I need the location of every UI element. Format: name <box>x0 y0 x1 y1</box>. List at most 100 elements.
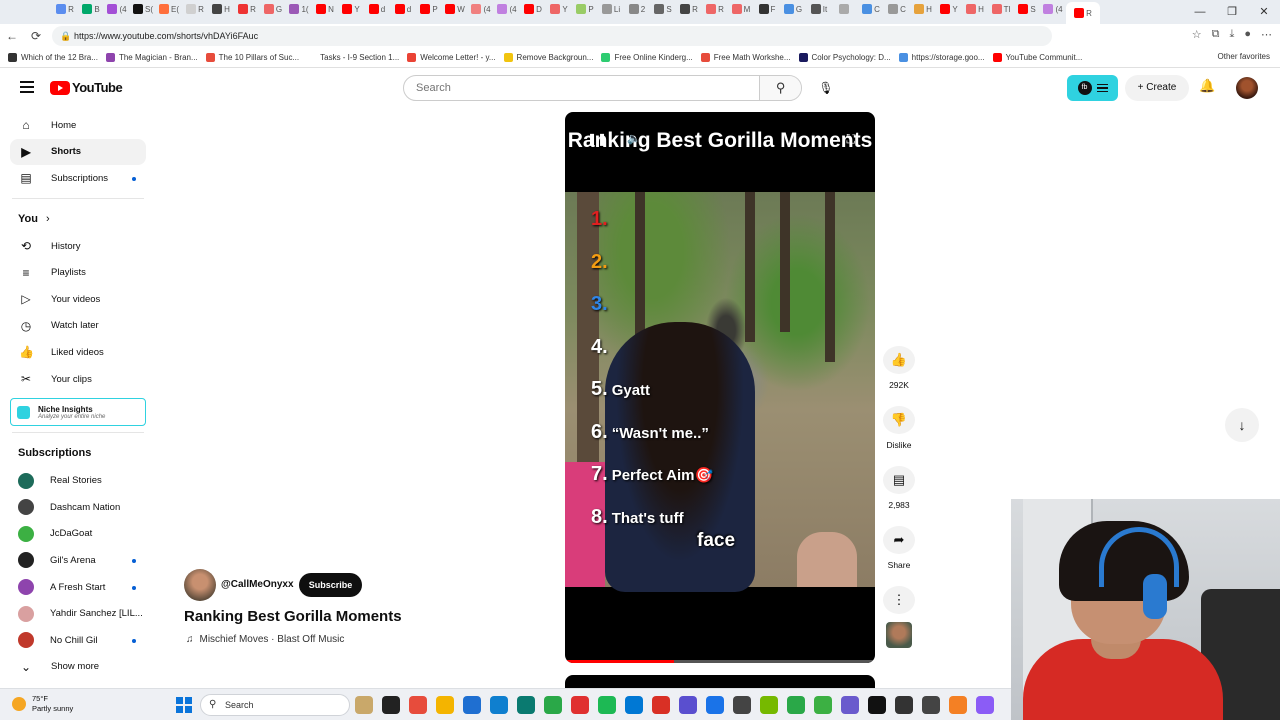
browser-tab[interactable]: H <box>962 0 988 18</box>
niche-insights-card[interactable]: Niche Insights Analyze your entire niche <box>10 398 146 427</box>
bookmark-item[interactable]: The 10 Pillars of Suc... <box>205 53 299 62</box>
account-avatar[interactable] <box>1236 77 1258 99</box>
taskbar-app-icon[interactable] <box>436 696 454 714</box>
taskbar-app-icon[interactable] <box>679 696 697 714</box>
browser-tab[interactable]: (4 <box>468 0 494 18</box>
taskbar-app-icon[interactable] <box>895 696 913 714</box>
back-icon[interactable]: ← <box>0 29 24 43</box>
maximize-icon[interactable]: ❐ <box>1216 0 1248 24</box>
subscription-item[interactable]: Real Stories <box>10 467 146 494</box>
sidebar-item-home[interactable]: ⌂ Home <box>10 112 146 139</box>
browser-tab[interactable]: B <box>78 0 104 18</box>
extensions-icon[interactable]: ⧉ <box>1212 28 1220 41</box>
browser-tab[interactable]: H <box>208 0 234 18</box>
sidebar-item-your-clips[interactable]: ✂ Your clips <box>10 366 146 393</box>
sound-thumbnail[interactable] <box>886 622 912 648</box>
volume-icon[interactable]: 🔈 <box>627 132 641 145</box>
taskbar-app-icon[interactable] <box>760 696 778 714</box>
sidebar-item-your-videos[interactable]: ▷ Your videos <box>10 286 146 313</box>
taskbar-app-icon[interactable] <box>787 696 805 714</box>
url-field[interactable]: 🔒 https://www.youtube.com/shorts/vhDAYi6… <box>52 26 1052 46</box>
minimize-icon[interactable]: — <box>1184 0 1216 24</box>
browser-tab[interactable]: G <box>260 0 286 18</box>
taskbar-app-icon[interactable] <box>490 696 508 714</box>
browser-tab[interactable]: 1( <box>286 0 312 18</box>
browser-tab[interactable]: C <box>858 0 884 18</box>
subscription-item[interactable]: JcDaGoat <box>10 521 146 548</box>
browser-tab[interactable]: Y <box>936 0 962 18</box>
taskbar-app-icon[interactable] <box>382 696 400 714</box>
sidebar-item-playlists[interactable]: ≡ Playlists <box>10 259 146 286</box>
browser-tab[interactable]: C <box>884 0 910 18</box>
browser-tab[interactable]: Y <box>338 0 364 18</box>
browser-tab[interactable]: (4 <box>1040 0 1066 18</box>
taskbar-app-icon[interactable] <box>598 696 616 714</box>
channel-avatar[interactable] <box>184 569 216 601</box>
short-title[interactable]: Ranking Best Gorilla Moments <box>184 608 402 625</box>
browser-tab[interactable]: S( <box>130 0 156 18</box>
subscription-item[interactable]: A Fresh Start <box>10 574 146 601</box>
youtube-logo[interactable]: YouTube <box>50 80 123 95</box>
browser-tab[interactable]: R <box>1066 2 1100 24</box>
more-icon[interactable]: ⋯ <box>1261 28 1272 41</box>
sidebar-item-shorts[interactable]: ▶ Shorts <box>10 138 146 166</box>
browser-tab[interactable]: d <box>364 0 390 18</box>
browser-tab[interactable]: Y <box>546 0 572 18</box>
browser-tab[interactable]: M <box>728 0 754 18</box>
show-more-button[interactable]: ⌄ Show more <box>10 654 146 681</box>
taskbar-search[interactable]: ⚲ Search <box>200 694 350 716</box>
profile-icon[interactable]: ● <box>1244 28 1251 41</box>
taskbar-app-icon[interactable] <box>868 696 886 714</box>
browser-tab[interactable]: F <box>754 0 780 18</box>
browser-tab[interactable]: d <box>390 0 416 18</box>
browser-tab[interactable] <box>832 0 858 18</box>
browser-tab[interactable]: P <box>416 0 442 18</box>
share-icon[interactable]: ➦ <box>883 526 915 554</box>
extension-button[interactable]: fb <box>1067 75 1118 101</box>
bookmark-item[interactable]: Free Math Workshe... <box>700 53 791 62</box>
taskbar-app-icon[interactable] <box>706 696 724 714</box>
browser-tab[interactable]: 2 <box>624 0 650 18</box>
browser-tab[interactable]: It <box>806 0 832 18</box>
reload-icon[interactable]: ⟳ <box>24 29 48 43</box>
microphone-icon[interactable]: 🎙 <box>812 75 840 101</box>
browser-tab[interactable]: R <box>182 0 208 18</box>
taskbar-app-icon[interactable] <box>922 696 940 714</box>
bookmark-item[interactable]: Welcome Letter! - y... <box>407 53 496 62</box>
browser-tab[interactable]: Tl <box>988 0 1014 18</box>
sidebar-item-history[interactable]: ⟲ History <box>10 233 146 260</box>
subscribe-button[interactable]: Subscribe <box>299 573 362 597</box>
bookmark-item[interactable]: Tasks - I-9 Section 1... <box>307 53 399 62</box>
favorites-icon[interactable]: ☆ <box>1192 28 1202 41</box>
taskbar-app-icon[interactable] <box>355 696 373 714</box>
taskbar-app-icon[interactable] <box>652 696 670 714</box>
bookmark-item[interactable]: Which of the 12 Bra... <box>8 53 98 62</box>
bookmark-item[interactable]: https://storage.goo... <box>898 53 985 62</box>
next-arrow-icon[interactable]: ↓ <box>1225 408 1259 442</box>
browser-tab[interactable]: R <box>52 0 78 18</box>
search-icon[interactable]: ⚲ <box>759 76 801 100</box>
taskbar-app-icon[interactable] <box>814 696 832 714</box>
browser-tab[interactable]: W <box>442 0 468 18</box>
taskbar-app-icon[interactable] <box>976 696 994 714</box>
search-input[interactable] <box>404 76 760 100</box>
menu-icon[interactable] <box>20 81 34 96</box>
short-video-player[interactable]: 1. 2. 3. 4. 5. Gyatt 6. “Wasn't me..” 7. Perfect … <box>565 112 875 663</box>
browser-tab[interactable]: R <box>702 0 728 18</box>
bookmark-item[interactable]: YouTube Communit... <box>992 53 1082 62</box>
windows-start-icon[interactable] <box>176 697 192 713</box>
dislike-icon[interactable]: 👎 <box>883 406 915 434</box>
taskbar-app-icon[interactable] <box>841 696 859 714</box>
browser-tab[interactable]: S <box>1014 0 1040 18</box>
browser-tab[interactable]: H <box>910 0 936 18</box>
you-heading[interactable]: You › <box>18 205 156 233</box>
sidebar-item-liked-videos[interactable]: 👍 Liked videos <box>10 339 146 366</box>
taskbar-app-icon[interactable] <box>409 696 427 714</box>
music-info[interactable]: ♫ Mischief Moves · Blast Off Music <box>186 634 344 645</box>
subscription-item[interactable]: Yahdir Sanchez [LIL... <box>10 600 146 627</box>
fullscreen-icon[interactable]: ⛶ <box>847 132 855 147</box>
sidebar-item-watch-later[interactable]: ◷ Watch later <box>10 313 146 340</box>
taskbar-app-icon[interactable] <box>625 696 643 714</box>
downloads-icon[interactable]: ⤓ <box>1229 28 1234 41</box>
subscription-item[interactable]: Dashcam Nation <box>10 494 146 521</box>
